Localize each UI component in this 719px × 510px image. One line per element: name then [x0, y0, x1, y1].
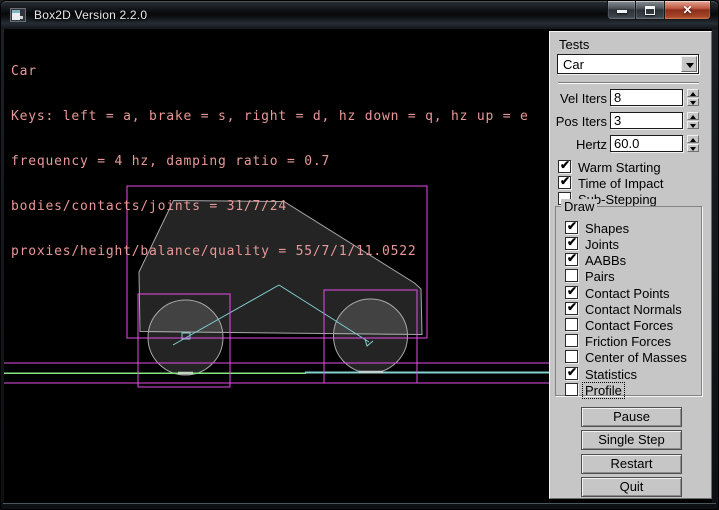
checkbox-label: Warm Starting: [578, 160, 661, 175]
check-icon: ✔: [567, 365, 577, 379]
pos-iters-spinner: [687, 112, 699, 129]
arrow-up-icon: [690, 92, 696, 96]
control-panel: Tests Car Vel Iters Pos Iters: [549, 31, 712, 499]
close-icon: ✕: [665, 3, 710, 17]
hertz-label: Hertz: [550, 137, 607, 152]
app-icon-band: [12, 10, 20, 13]
checkbox-icon[interactable]: ✔: [565, 334, 578, 347]
hertz-row: Hertz: [550, 135, 713, 153]
vel-iters-spinner: [687, 89, 699, 106]
checkbox-label: Time of Impact: [578, 176, 663, 191]
arrow-up-icon: [690, 138, 696, 142]
vel-iters-input[interactable]: [610, 89, 683, 106]
checkbox-icon[interactable]: ✔: [565, 253, 578, 266]
info-line-frequency: frequency = 4 hz, damping ratio = 0.7: [11, 154, 529, 169]
minimize-icon: [617, 10, 627, 13]
info-line-bodies: bodies/contacts/joints = 31/7/24: [11, 199, 529, 214]
check-icon: ✔: [560, 158, 570, 172]
spin-down-button[interactable]: [687, 98, 699, 106]
spin-up-button[interactable]: [687, 89, 699, 97]
info-line-test: Car: [11, 64, 529, 79]
chevron-down-icon: [686, 63, 694, 68]
checkbox-label: Contact Normals: [585, 302, 682, 317]
checkbox-label: Center of Masses: [585, 350, 687, 365]
tests-dropdown-value: Car: [563, 57, 584, 72]
checkbox-label: Contact Forces: [585, 318, 673, 333]
checkbox-label: Pairs: [585, 269, 615, 284]
checkbox-label: Friction Forces: [585, 334, 671, 349]
tests-label: Tests: [559, 37, 589, 52]
client-area: Car Keys: left = a, brake = s, right = d…: [4, 29, 712, 503]
checkbox-icon[interactable]: ✔: [565, 221, 578, 234]
check-icon: ✔: [567, 219, 577, 233]
pos-iters-input[interactable]: [610, 112, 683, 129]
checkbox-icon[interactable]: ✔: [565, 302, 578, 315]
arrow-up-icon: [690, 115, 696, 119]
checkbox-label: Shapes: [585, 221, 629, 236]
hertz-spinner: [687, 135, 699, 152]
spin-down-button[interactable]: [687, 121, 699, 129]
checkbox-icon[interactable]: ✔: [558, 160, 571, 173]
maximize-icon: [645, 6, 655, 15]
pause-button[interactable]: Pause: [581, 407, 682, 427]
check-icon: ✔: [567, 235, 577, 249]
tests-dropdown-button[interactable]: [681, 56, 697, 72]
checkbox-label: Profile: [583, 383, 624, 398]
checkbox-icon[interactable]: ✔: [565, 269, 578, 282]
arrow-down-icon: [690, 101, 696, 105]
hertz-input[interactable]: [610, 135, 683, 152]
app-window: Box2D Version 2.2.0 ✕: [0, 0, 719, 510]
checkbox-label: Joints: [585, 237, 619, 252]
pos-iters-label: Pos Iters: [550, 114, 607, 129]
vel-iters-label: Vel Iters: [550, 91, 607, 106]
spin-down-button[interactable]: [687, 144, 699, 152]
minimize-button[interactable]: [607, 1, 636, 20]
tests-dropdown[interactable]: Car: [557, 54, 699, 74]
checkbox-icon[interactable]: ✔: [565, 367, 578, 380]
vel-iters-row: Vel Iters: [550, 89, 713, 107]
checkbox-icon[interactable]: ✔: [565, 318, 578, 331]
check-icon: ✔: [567, 251, 577, 265]
check-icon: ✔: [560, 174, 570, 188]
checkbox-label: Contact Points: [585, 286, 670, 301]
spin-up-button[interactable]: [687, 112, 699, 120]
caption-buttons: ✕: [607, 1, 711, 20]
close-button[interactable]: ✕: [664, 1, 711, 20]
draw-group: Draw ✔ Shapes ✔ Joints ✔ AABBs ✔ Pairs: [555, 206, 702, 396]
spin-up-button[interactable]: [687, 135, 699, 143]
check-icon: ✔: [567, 284, 577, 298]
car-wheel-right: [334, 299, 408, 373]
checkbox-icon[interactable]: ✔: [565, 350, 578, 363]
debug-info-text: Car Keys: left = a, brake = s, right = d…: [11, 34, 529, 289]
window-title: Box2D Version 2.2.0: [34, 8, 147, 22]
maximize-button[interactable]: [636, 1, 664, 20]
app-icon-dot: [20, 16, 23, 19]
draw-group-legend: Draw: [561, 199, 597, 214]
arrow-down-icon: [690, 147, 696, 151]
checkbox-label: AABBs: [585, 253, 626, 268]
checkbox-icon[interactable]: ✔: [565, 286, 578, 299]
simulation-canvas[interactable]: Car Keys: left = a, brake = s, right = d…: [4, 31, 549, 503]
single-step-button[interactable]: Single Step: [581, 430, 682, 450]
info-line-keys: Keys: left = a, brake = s, right = d, hz…: [11, 109, 529, 124]
restart-button[interactable]: Restart: [581, 454, 682, 474]
checkbox-icon[interactable]: ✔: [565, 237, 578, 250]
app-icon[interactable]: [10, 8, 26, 22]
pos-iters-row: Pos Iters: [550, 112, 713, 130]
window-frame-highlight: [3, 503, 716, 504]
titlebar[interactable]: Box2D Version 2.2.0 ✕: [1, 1, 718, 29]
checkbox-icon[interactable]: ✔: [558, 176, 571, 189]
check-icon: ✔: [567, 300, 577, 314]
checkbox-label: Statistics: [585, 367, 637, 382]
quit-button[interactable]: Quit: [581, 477, 682, 497]
separator: [558, 82, 699, 84]
info-line-proxies: proxies/height/balance/quality = 55/7/1/…: [11, 244, 529, 259]
checkbox-icon[interactable]: ✔: [565, 383, 578, 396]
arrow-down-icon: [690, 124, 696, 128]
